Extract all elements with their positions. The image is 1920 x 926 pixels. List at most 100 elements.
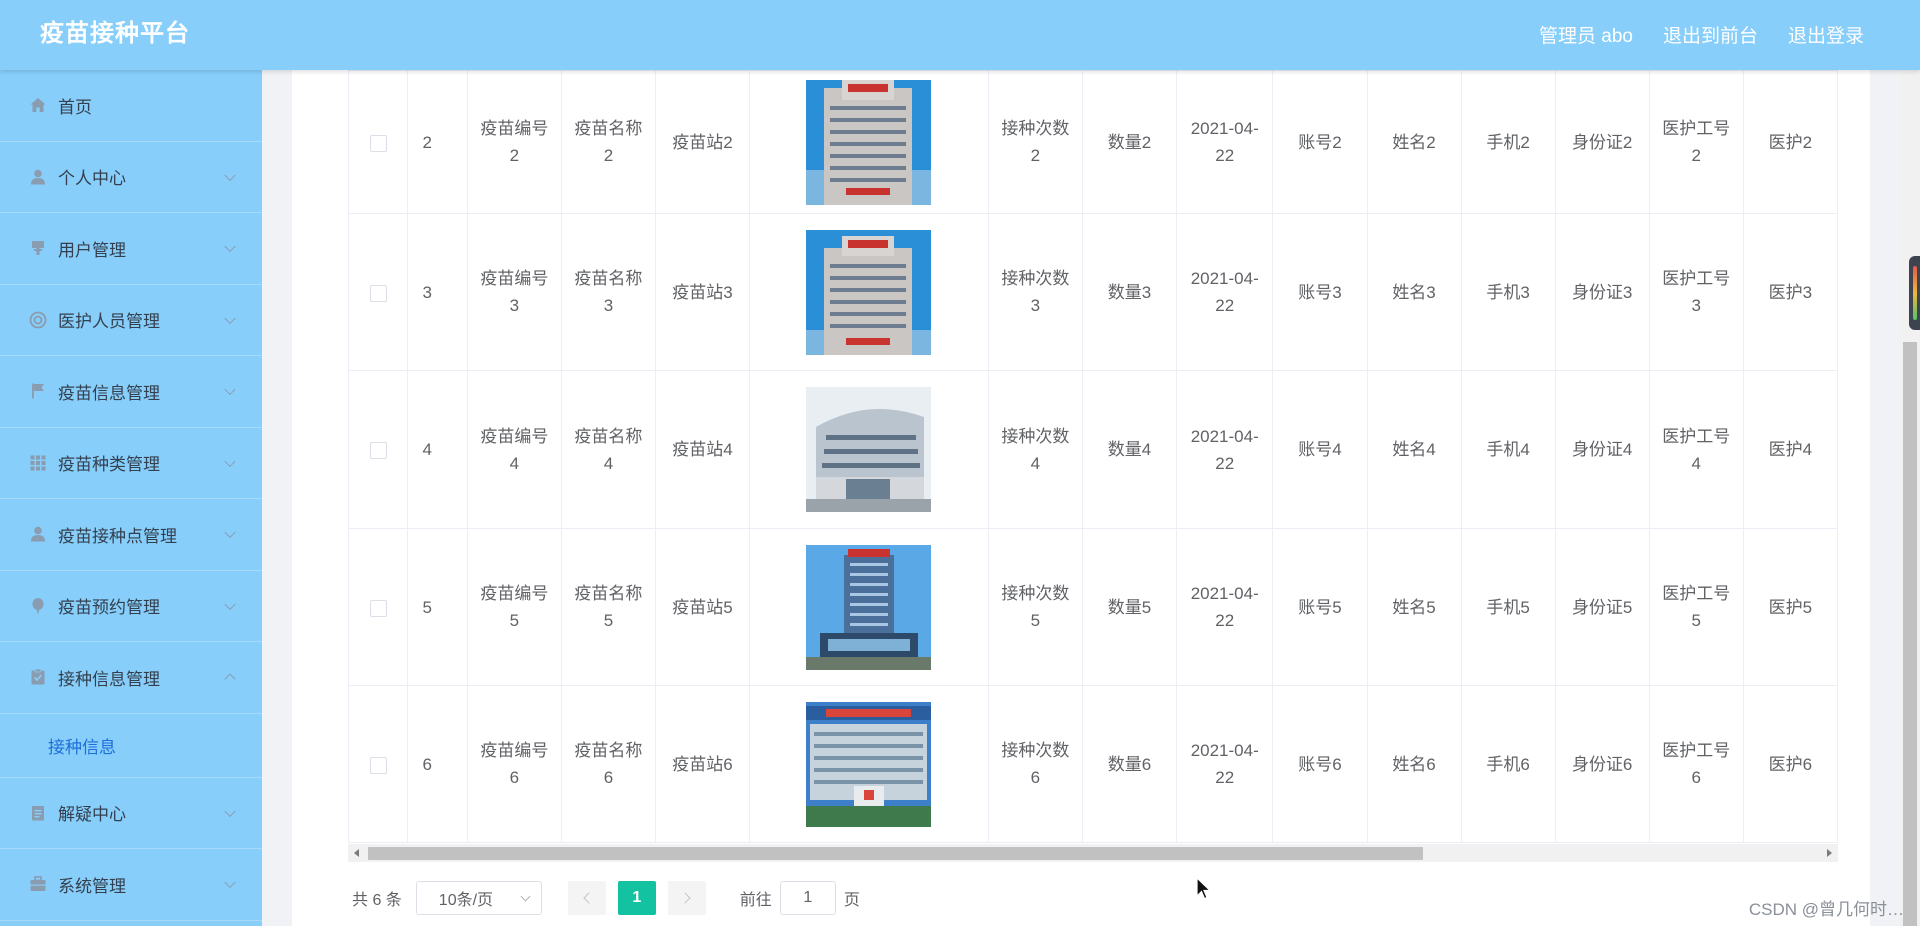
id-card-cell: 身份证2 bbox=[1554, 70, 1650, 214]
logout-link[interactable]: 退出登录 bbox=[1788, 21, 1864, 48]
row-checkbox[interactable] bbox=[369, 284, 387, 302]
sidebar-item-label: 疫苗接种点管理 bbox=[58, 526, 177, 546]
select-cell bbox=[348, 213, 409, 371]
times-cell: 接种次数3 bbox=[987, 213, 1083, 371]
image-cell bbox=[749, 370, 989, 529]
staff-id-cell: 医护工号6 bbox=[1648, 685, 1744, 843]
account-cell: 账号5 bbox=[1272, 528, 1368, 686]
pagination: 共 6 条 10条/页 1 前往 页 bbox=[352, 880, 860, 916]
sidebar-item-vaccination-site[interactable]: 疫苗接种点管理 bbox=[0, 499, 262, 571]
phone-cell: 手机3 bbox=[1460, 213, 1556, 371]
table-row: 6 疫苗编号6 疫苗名称6 疫苗站6 接种次数6 数量6 2021-04-22 … bbox=[348, 685, 1838, 843]
chevron-down-icon bbox=[224, 240, 236, 253]
row-checkbox[interactable] bbox=[369, 442, 387, 460]
table-row: 5 疫苗编号5 疫苗名称5 疫苗站5 接种次数5 数量5 2021-04-22 … bbox=[348, 528, 1838, 686]
next-page-button[interactable] bbox=[667, 881, 706, 915]
account-cell: 账号2 bbox=[1272, 70, 1368, 214]
id-card-cell: 身份证3 bbox=[1554, 213, 1650, 371]
total-count: 共 6 条 bbox=[352, 892, 402, 909]
sidebar-item-home[interactable]: 首页 bbox=[0, 70, 262, 142]
quantity-cell: 数量2 bbox=[1081, 70, 1178, 214]
balloon-icon bbox=[28, 596, 48, 616]
index-cell: 2 bbox=[407, 70, 468, 214]
prev-page-button[interactable] bbox=[567, 881, 606, 915]
page-size-select[interactable]: 10条/页 bbox=[415, 881, 542, 915]
sidebar-item-system-management[interactable]: 系统管理 bbox=[0, 849, 262, 921]
grid-icon bbox=[28, 453, 48, 473]
document-icon bbox=[28, 803, 48, 823]
sidebar-item-vaccine-appointment[interactable]: 疫苗预约管理 bbox=[0, 571, 262, 642]
person-name-cell: 姓名4 bbox=[1366, 370, 1462, 529]
chevron-up-icon bbox=[224, 673, 236, 685]
row-checkbox[interactable] bbox=[369, 134, 387, 152]
phone-cell: 手机6 bbox=[1460, 685, 1556, 843]
person-name-cell: 姓名5 bbox=[1366, 528, 1462, 686]
sidebar-item-label: 用户管理 bbox=[58, 240, 126, 260]
table-card: 2 疫苗编号2 疫苗名称2 疫苗站2 接种次数2 数量2 2021-04-22 … bbox=[292, 70, 1870, 926]
table-horizontal-scrollbar[interactable] bbox=[348, 844, 1838, 862]
chevron-left-icon bbox=[583, 892, 595, 904]
scroll-right-arrow-icon[interactable] bbox=[1827, 849, 1832, 857]
data-table-container[interactable]: 2 疫苗编号2 疫苗名称2 疫苗站2 接种次数2 数量2 2021-04-22 … bbox=[348, 70, 1838, 844]
sidebar-item-vaccine-type[interactable]: 疫苗种类管理 bbox=[0, 428, 262, 499]
vaccine-name-cell: 疫苗名称3 bbox=[560, 213, 656, 371]
row-checkbox[interactable] bbox=[369, 599, 387, 617]
vaccine-code-cell: 疫苗编号3 bbox=[466, 213, 562, 371]
chevron-down-icon bbox=[224, 383, 236, 396]
scroll-left-arrow-icon[interactable] bbox=[354, 849, 359, 857]
floating-side-widget[interactable] bbox=[1909, 256, 1920, 330]
sidebar-item-label: 医护人员管理 bbox=[58, 312, 160, 332]
page-number-current[interactable]: 1 bbox=[617, 881, 656, 915]
sidebar-item-label: 疫苗信息管理 bbox=[58, 383, 160, 403]
date-cell: 2021-04-22 bbox=[1175, 528, 1274, 686]
vaccine-code-cell: 疫苗编号5 bbox=[466, 528, 562, 686]
home-icon bbox=[28, 95, 48, 115]
horizontal-scroll-thumb[interactable] bbox=[368, 847, 1423, 860]
select-cell bbox=[348, 528, 409, 686]
id-card-cell: 身份证4 bbox=[1554, 370, 1650, 529]
vaccine-code-cell: 疫苗编号6 bbox=[466, 685, 562, 843]
staff-name-cell: 医护5 bbox=[1742, 528, 1838, 686]
sidebar-item-user-management[interactable]: 用户管理 bbox=[0, 213, 262, 285]
phone-cell: 手机4 bbox=[1460, 370, 1556, 529]
admin-user-label: 管理员 abo bbox=[1538, 25, 1633, 47]
lifebuoy-icon bbox=[28, 310, 48, 330]
select-cell bbox=[348, 685, 409, 843]
staff-name-cell: 医护2 bbox=[1742, 70, 1838, 214]
sidebar-item-vaccination-records[interactable]: 接种信息管理 bbox=[0, 642, 262, 714]
times-cell: 接种次数6 bbox=[987, 685, 1083, 843]
page-vertical-scrollbar[interactable] bbox=[1900, 70, 1920, 926]
watermark: CSDN @曾几何时… bbox=[1748, 900, 1904, 919]
page-size-value: 10条/页 bbox=[438, 892, 494, 909]
goto-page-input[interactable] bbox=[779, 881, 836, 915]
chevron-down-icon bbox=[224, 455, 236, 467]
sidebar-item-label: 解疑中心 bbox=[58, 805, 126, 825]
vaccine-name-cell: 疫苗名称4 bbox=[560, 370, 656, 529]
account-cell: 账号3 bbox=[1272, 213, 1368, 371]
account-cell: 账号4 bbox=[1272, 370, 1368, 529]
users-icon bbox=[28, 238, 48, 258]
staff-id-cell: 医护工号4 bbox=[1648, 370, 1744, 529]
vertical-scroll-thumb[interactable] bbox=[1903, 342, 1917, 926]
row-checkbox[interactable] bbox=[369, 756, 387, 774]
chevron-down-icon bbox=[224, 526, 236, 539]
exit-to-front-link[interactable]: 退出到前台 bbox=[1663, 21, 1758, 48]
sidebar-item-medical-staff[interactable]: 医护人员管理 bbox=[0, 285, 262, 356]
table-row: 3 疫苗编号3 疫苗名称3 疫苗站3 接种次数3 数量3 2021-04-22 … bbox=[348, 213, 1838, 371]
times-cell: 接种次数4 bbox=[987, 370, 1083, 529]
account-cell: 账号6 bbox=[1272, 685, 1368, 843]
chevron-down-icon bbox=[224, 169, 236, 181]
sidebar-item-vaccine-info[interactable]: 疫苗信息管理 bbox=[0, 356, 262, 428]
sidebar-item-qa-center[interactable]: 解疑中心 bbox=[0, 778, 262, 849]
staff-name-cell: 医护4 bbox=[1742, 370, 1838, 529]
sidebar-item-personal-center[interactable]: 个人中心 bbox=[0, 142, 262, 213]
person-icon bbox=[28, 524, 48, 544]
index-cell: 6 bbox=[407, 685, 468, 843]
person-name-cell: 姓名6 bbox=[1366, 685, 1462, 843]
equalizer-icon bbox=[1913, 266, 1917, 320]
submenu-item-vaccination-info[interactable]: 接种信息 bbox=[0, 714, 262, 778]
page-suffix-label: 页 bbox=[843, 892, 860, 909]
station-cell: 疫苗站4 bbox=[654, 370, 751, 529]
mouse-cursor-icon bbox=[1196, 877, 1212, 900]
station-cell: 疫苗站3 bbox=[654, 213, 751, 371]
